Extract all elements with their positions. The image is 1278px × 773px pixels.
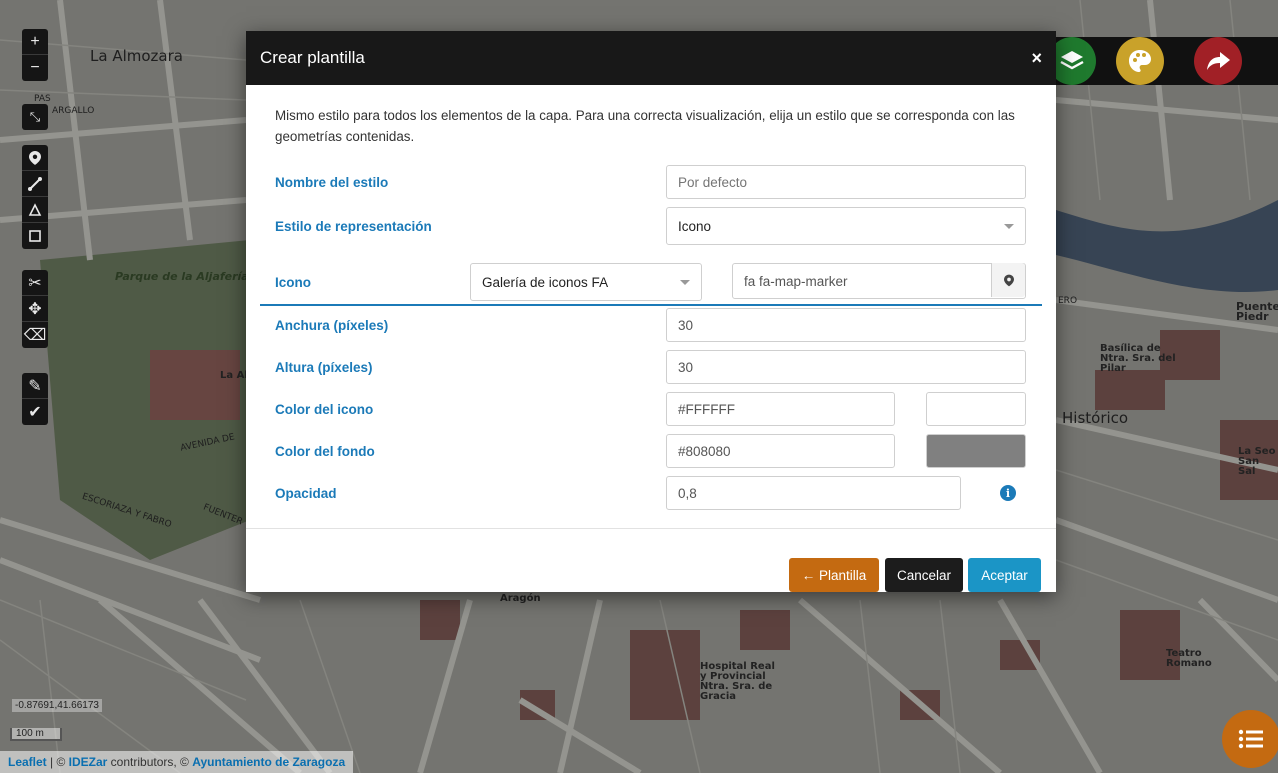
- icon-color-label: Color del icono: [275, 402, 374, 417]
- move-icon[interactable]: ✥: [22, 296, 48, 322]
- eraser-icon[interactable]: ⌫: [22, 322, 48, 348]
- attribution-contributors: contributors, ©: [107, 755, 193, 769]
- coordinates-readout: -0.87691,41.66173: [12, 699, 102, 712]
- info-icon[interactable]: i: [1000, 485, 1016, 501]
- representation-label: Estilo de representación: [275, 219, 432, 234]
- height-input[interactable]: 30: [666, 350, 1026, 384]
- width-value: 30: [678, 317, 694, 333]
- icon-color-value: #FFFFFF: [678, 401, 735, 417]
- zoom-control: + −: [22, 29, 48, 81]
- layers-icon: [1060, 51, 1084, 70]
- icon-label: Icono: [275, 275, 311, 290]
- bg-color-swatch[interactable]: [926, 434, 1026, 468]
- map-label-basilica: Basílica de Ntra. Sra. del Pilar: [1100, 343, 1176, 374]
- opacity-input[interactable]: 0,8: [666, 476, 961, 510]
- height-value: 30: [678, 359, 694, 375]
- map-label-puente: Puente Piedr: [1236, 300, 1278, 323]
- map-label-hospital: Hospital Real y Provincial Ntra. Sra. de…: [700, 661, 775, 702]
- idezar-link[interactable]: IDEZar: [69, 755, 108, 769]
- chevron-down-icon: [680, 279, 690, 285]
- section-divider: [260, 304, 1042, 306]
- list-menu-button[interactable]: [1222, 710, 1278, 768]
- marker-icon[interactable]: [22, 145, 48, 171]
- representation-value: Icono: [678, 218, 712, 234]
- check-icon[interactable]: ✔: [22, 399, 48, 425]
- dialog-description: Mismo estilo para todos los elementos de…: [275, 108, 1015, 144]
- edit-icon[interactable]: ✎: [22, 373, 48, 399]
- map-label-aragon: Aragón: [500, 593, 541, 604]
- map-label-historico: Histórico: [1062, 409, 1129, 427]
- palette-button[interactable]: [1116, 37, 1164, 85]
- map-label-la-al: La Al: [220, 370, 248, 381]
- icon-gallery-select[interactable]: Galería de iconos FA: [470, 263, 702, 301]
- polyline-icon[interactable]: [22, 171, 48, 197]
- cancel-button[interactable]: Cancelar: [885, 558, 963, 592]
- bg-color-input[interactable]: #808080: [666, 434, 895, 468]
- zoom-out-button[interactable]: −: [22, 55, 48, 81]
- map-label-la-seo: La Seo San Sal: [1238, 446, 1276, 477]
- height-label: Altura (píxeles): [275, 360, 373, 375]
- representation-select[interactable]: Icono: [666, 207, 1026, 245]
- bg-color-label: Color del fondo: [275, 444, 375, 459]
- polygon-icon[interactable]: [22, 197, 48, 223]
- save-toolbar: ✎ ✔: [22, 373, 48, 425]
- opacity-value: 0,8: [678, 485, 697, 501]
- accept-button[interactable]: Aceptar: [968, 558, 1041, 592]
- icon-color-swatch[interactable]: [926, 392, 1026, 426]
- map-label-aljaferia: Parque de la Aljafería: [115, 270, 249, 283]
- template-back-button[interactable]: ← Plantilla: [789, 558, 879, 592]
- ayuntamiento-link[interactable]: Ayuntamiento de Zaragoza: [192, 755, 345, 769]
- street-label-ero: ERO: [1058, 296, 1078, 306]
- icon-color-input[interactable]: #FFFFFF: [666, 392, 895, 426]
- width-label: Anchura (píxeles): [275, 318, 389, 333]
- share-button[interactable]: [1194, 37, 1242, 85]
- leaflet-link[interactable]: Leaflet: [8, 755, 47, 769]
- icon-gallery-value: Galería de iconos FA: [482, 274, 609, 290]
- palette-icon: [1129, 50, 1151, 72]
- fullscreen-control: ⤡: [22, 104, 48, 130]
- map-marker-icon: [991, 263, 1025, 297]
- icon-class-input[interactable]: fa fa-map-marker: [732, 263, 1026, 299]
- dialog-header: Crear plantilla ×: [246, 31, 1056, 85]
- map-label-teatro: Teatro Romano: [1166, 648, 1212, 669]
- style-name-input[interactable]: [666, 165, 1026, 199]
- edit-toolbar: ✂ ✥ ⌫: [22, 270, 48, 348]
- draw-toolbar: [22, 145, 48, 249]
- create-template-dialog: Crear plantilla × Mismo estilo para todo…: [246, 31, 1056, 592]
- rectangle-icon[interactable]: [22, 223, 48, 249]
- chevron-down-icon: [1004, 223, 1014, 229]
- icon-class-value: fa fa-map-marker: [744, 273, 848, 289]
- street-label-pas: PAS: [34, 94, 51, 104]
- fullscreen-icon[interactable]: ⤡: [22, 104, 48, 130]
- style-name-label: Nombre del estilo: [275, 175, 389, 190]
- width-input[interactable]: 30: [666, 308, 1026, 342]
- map-attribution: Leaflet | © IDEZar contributors, © Ayunt…: [0, 751, 354, 773]
- map-label-almozara: La Almozara: [90, 47, 183, 65]
- opacity-label: Opacidad: [275, 486, 337, 501]
- close-icon[interactable]: ×: [1031, 48, 1042, 69]
- bg-color-value: #808080: [678, 443, 731, 459]
- share-arrow-icon: [1207, 52, 1230, 70]
- zoom-in-button[interactable]: +: [22, 29, 48, 55]
- list-icon: [1238, 729, 1263, 749]
- attribution-separator: | ©: [46, 755, 69, 769]
- scale-bar: 100 m: [10, 728, 62, 741]
- street-label-gallo: ARGALLO: [52, 106, 95, 116]
- dialog-title: Crear plantilla: [260, 48, 365, 67]
- cut-icon[interactable]: ✂: [22, 270, 48, 296]
